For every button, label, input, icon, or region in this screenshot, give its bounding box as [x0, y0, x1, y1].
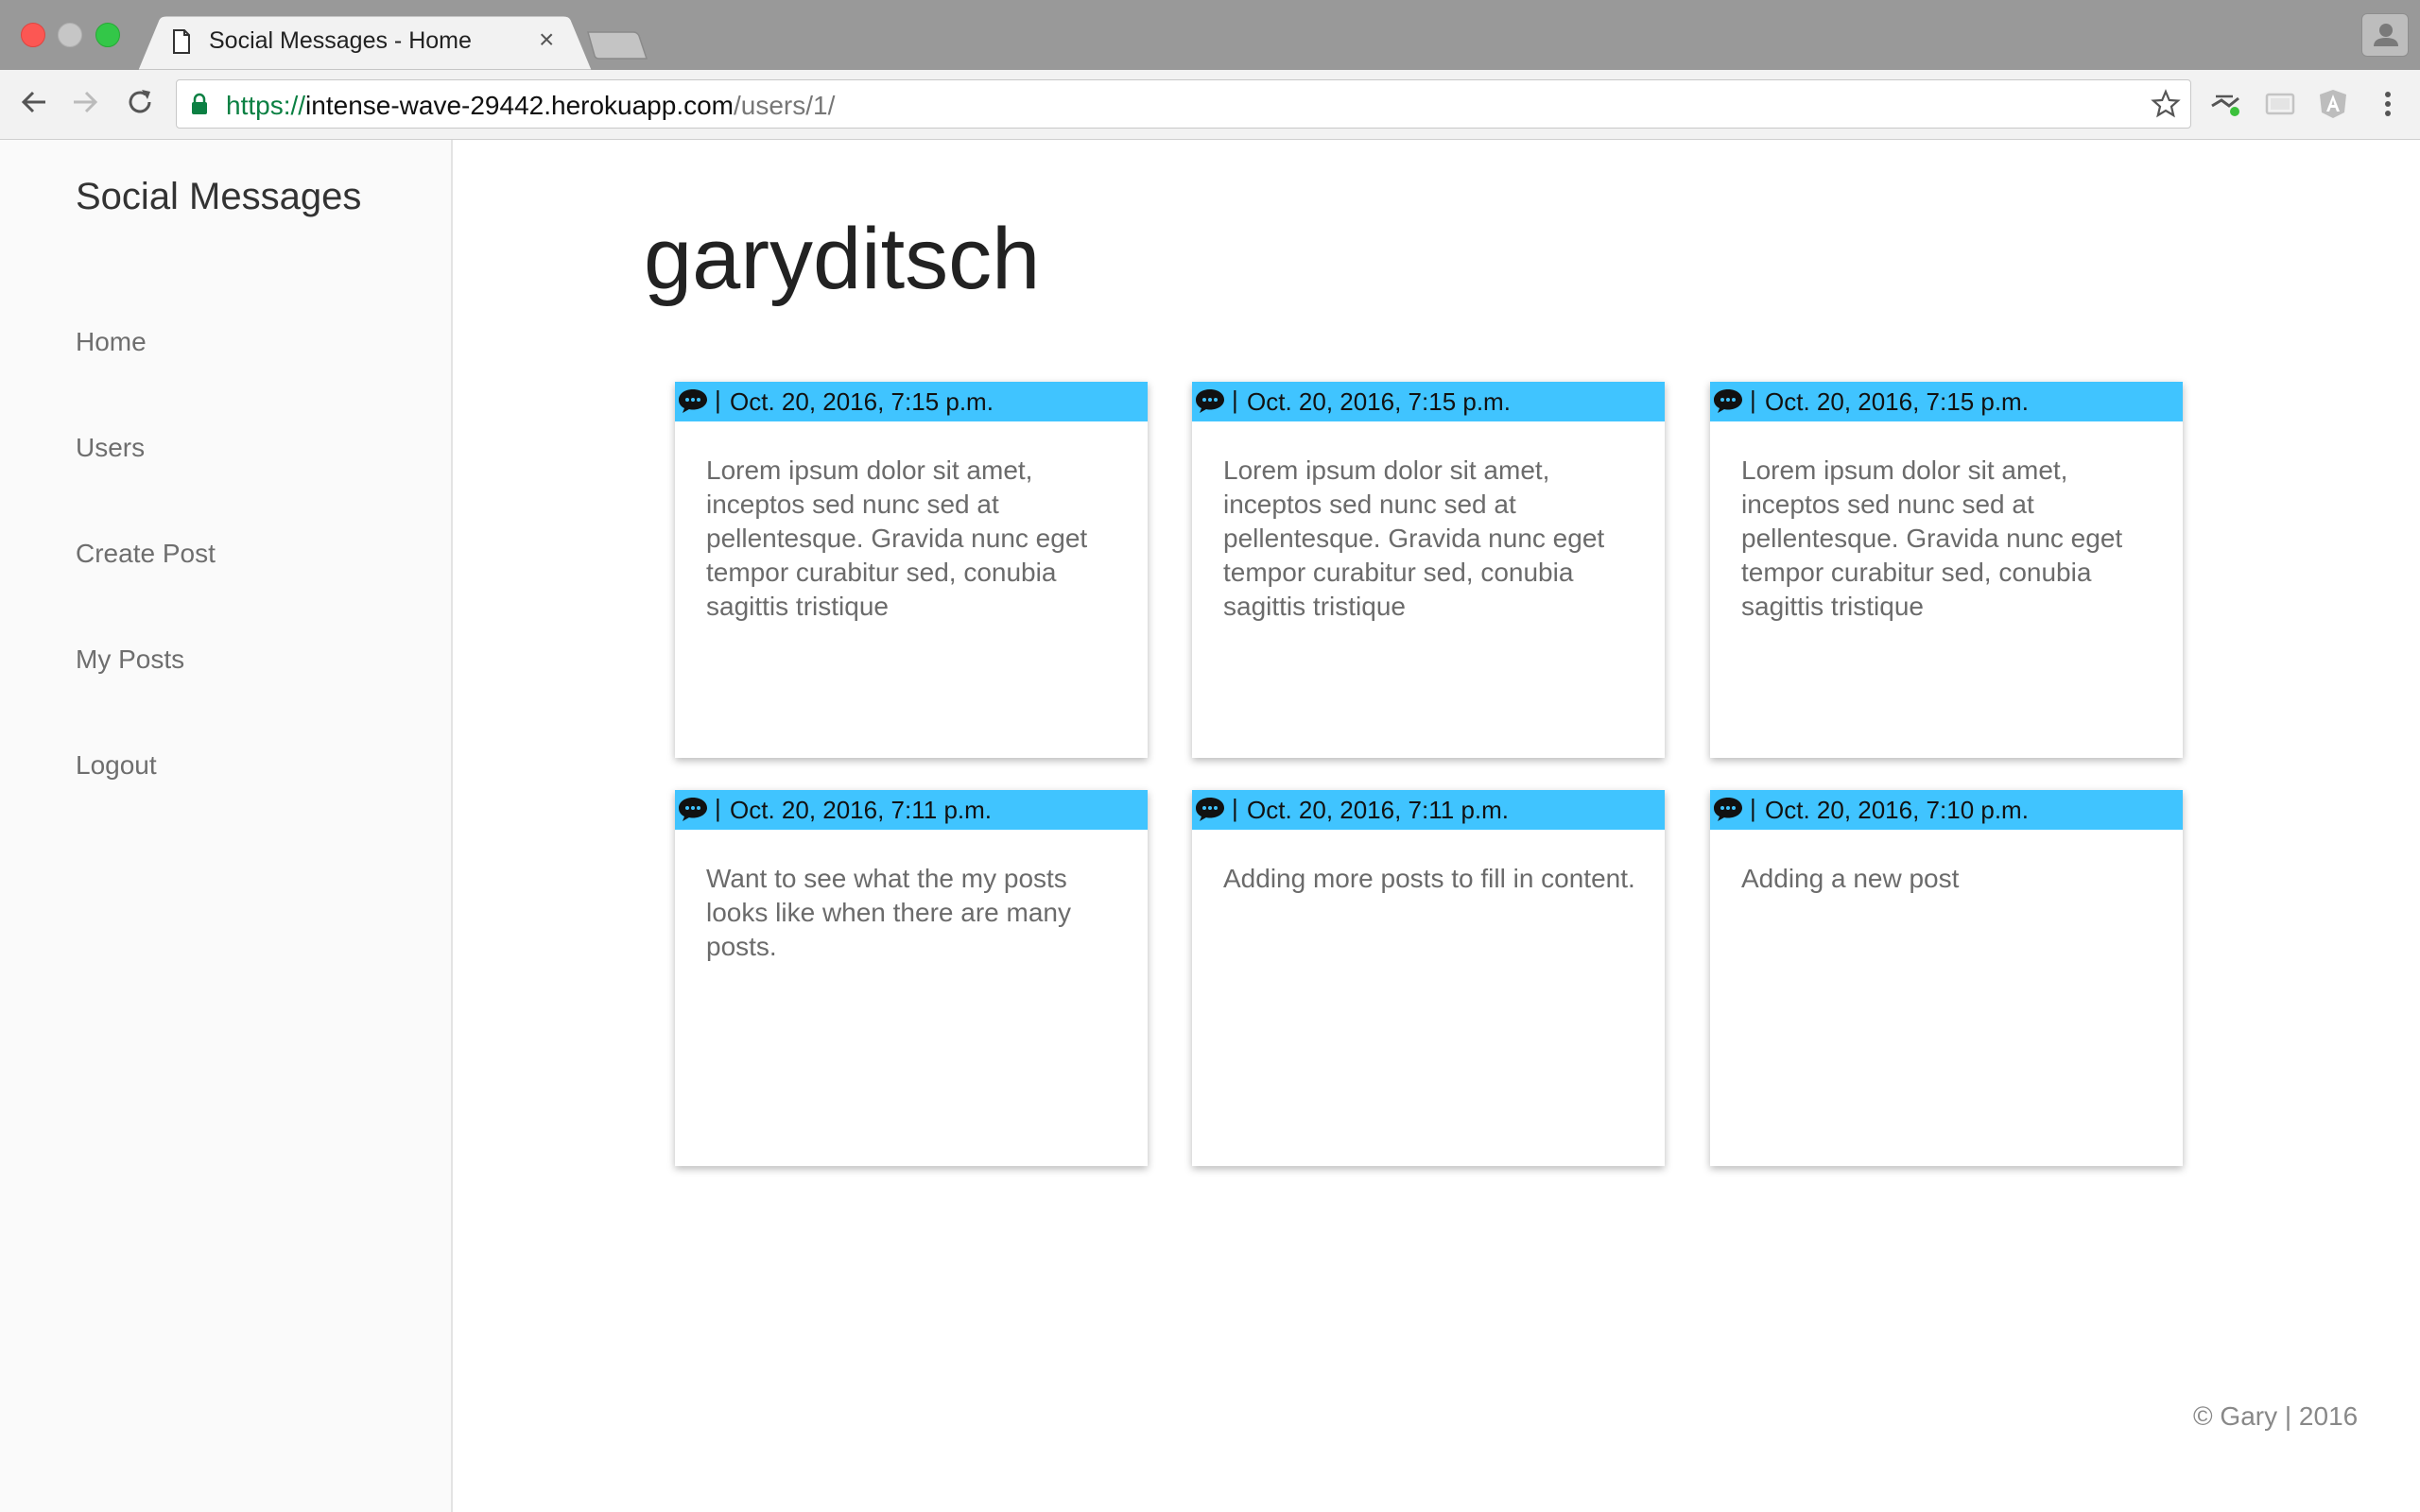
post-separator: |: [1750, 386, 1756, 414]
post-card: | Oct. 20, 2016, 7:15 p.m. Lorem ipsum d…: [1710, 382, 2183, 758]
sidebar-item-create-post[interactable]: Create Post: [76, 539, 216, 569]
post-text: Lorem ipsum dolor sit amet, inceptos sed…: [1741, 455, 2123, 621]
sidebar-item-home[interactable]: Home: [76, 327, 147, 357]
address-bar[interactable]: https://intense-wave-29442.herokuapp.com…: [176, 79, 2191, 129]
extension-icon[interactable]: [2208, 87, 2242, 126]
sidebar-item-users[interactable]: Users: [76, 433, 145, 463]
post-card-header: | Oct. 20, 2016, 7:15 p.m.: [1192, 382, 1665, 421]
post-separator: |: [1232, 386, 1238, 414]
browser-toolbar: https://intense-wave-29442.herokuapp.com…: [0, 70, 2420, 140]
angular-extension-icon[interactable]: [2316, 87, 2350, 126]
url-host: intense-wave-29442.herokuapp.com: [305, 91, 734, 120]
post-card: | Oct. 20, 2016, 7:11 p.m. Adding more p…: [1192, 790, 1665, 1166]
post-separator: |: [715, 794, 721, 822]
comment-bubble-icon: [677, 796, 709, 827]
browser-tab-active[interactable]: Social Messages - Home ×: [138, 16, 592, 70]
post-text: Adding a new post: [1741, 864, 1960, 893]
post-text: Lorem ipsum dolor sit amet, inceptos sed…: [1223, 455, 1605, 621]
url-scheme: https://: [226, 91, 306, 120]
post-card: | Oct. 20, 2016, 7:15 p.m. Lorem ipsum d…: [675, 382, 1148, 758]
post-separator: |: [1232, 794, 1238, 822]
url-text: https://intense-wave-29442.herokuapp.com…: [226, 91, 835, 121]
new-tab-button[interactable]: [586, 30, 648, 65]
page-favicon-icon: [172, 29, 191, 59]
menu-kebab-icon[interactable]: [2371, 87, 2405, 126]
post-text: Adding more posts to fill in content.: [1223, 864, 1635, 893]
post-card-header: | Oct. 20, 2016, 7:15 p.m.: [675, 382, 1148, 421]
post-card: | Oct. 20, 2016, 7:11 p.m. Want to see w…: [675, 790, 1148, 1166]
post-text: Lorem ipsum dolor sit amet, inceptos sed…: [706, 455, 1088, 621]
post-date: Oct. 20, 2016, 7:15 p.m.: [1765, 387, 2029, 416]
forward-arrow-icon[interactable]: [68, 85, 102, 124]
comment-bubble-icon: [1712, 796, 1744, 827]
post-card-header: | Oct. 20, 2016, 7:11 p.m.: [1192, 790, 1665, 830]
reload-icon[interactable]: [123, 85, 157, 124]
page-title: garyditsch: [644, 211, 1041, 307]
lock-icon: [190, 93, 209, 120]
post-date: Oct. 20, 2016, 7:15 p.m.: [1247, 387, 1511, 416]
post-card-header: | Oct. 20, 2016, 7:10 p.m.: [1710, 790, 2183, 830]
footer-copyright: © Gary | 2016: [2193, 1401, 2359, 1431]
sidebar-item-logout[interactable]: Logout: [76, 750, 157, 781]
tab-close-icon[interactable]: ×: [539, 26, 554, 53]
comment-bubble-icon: [1712, 387, 1744, 419]
post-date: Oct. 20, 2016, 7:11 p.m.: [730, 796, 993, 824]
sidebar: Social Messages Home Users Create Post M…: [0, 140, 453, 1512]
post-separator: |: [715, 386, 721, 414]
comment-bubble-icon: [1194, 387, 1226, 419]
comment-bubble-icon: [677, 387, 709, 419]
cast-icon[interactable]: [2263, 87, 2297, 126]
comment-bubble-icon: [1194, 796, 1226, 827]
site-brand[interactable]: Social Messages: [76, 176, 361, 218]
post-card: | Oct. 20, 2016, 7:10 p.m. Adding a new …: [1710, 790, 2183, 1166]
post-card-header: | Oct. 20, 2016, 7:11 p.m.: [675, 790, 1148, 830]
browser-tabstrip: Social Messages - Home ×: [0, 0, 2420, 70]
back-arrow-icon[interactable]: [17, 85, 51, 124]
post-separator: |: [1750, 794, 1756, 822]
post-text: Want to see what the my posts looks like…: [706, 864, 1071, 961]
bookmark-star-icon[interactable]: [2151, 89, 2181, 124]
window-zoom-button[interactable]: [95, 23, 120, 47]
url-path: /users/1/: [734, 91, 836, 120]
post-card-header: | Oct. 20, 2016, 7:15 p.m.: [1710, 382, 2183, 421]
post-date: Oct. 20, 2016, 7:15 p.m.: [730, 387, 994, 416]
profile-button[interactable]: [2361, 13, 2409, 57]
tab-title: Social Messages - Home: [209, 27, 472, 54]
post-date: Oct. 20, 2016, 7:10 p.m.: [1765, 796, 2029, 824]
window-minimize-button[interactable]: [58, 23, 82, 47]
sidebar-item-my-posts[interactable]: My Posts: [76, 644, 184, 675]
post-card: | Oct. 20, 2016, 7:15 p.m. Lorem ipsum d…: [1192, 382, 1665, 758]
window-close-button[interactable]: [21, 23, 45, 47]
post-date: Oct. 20, 2016, 7:11 p.m.: [1247, 796, 1510, 824]
